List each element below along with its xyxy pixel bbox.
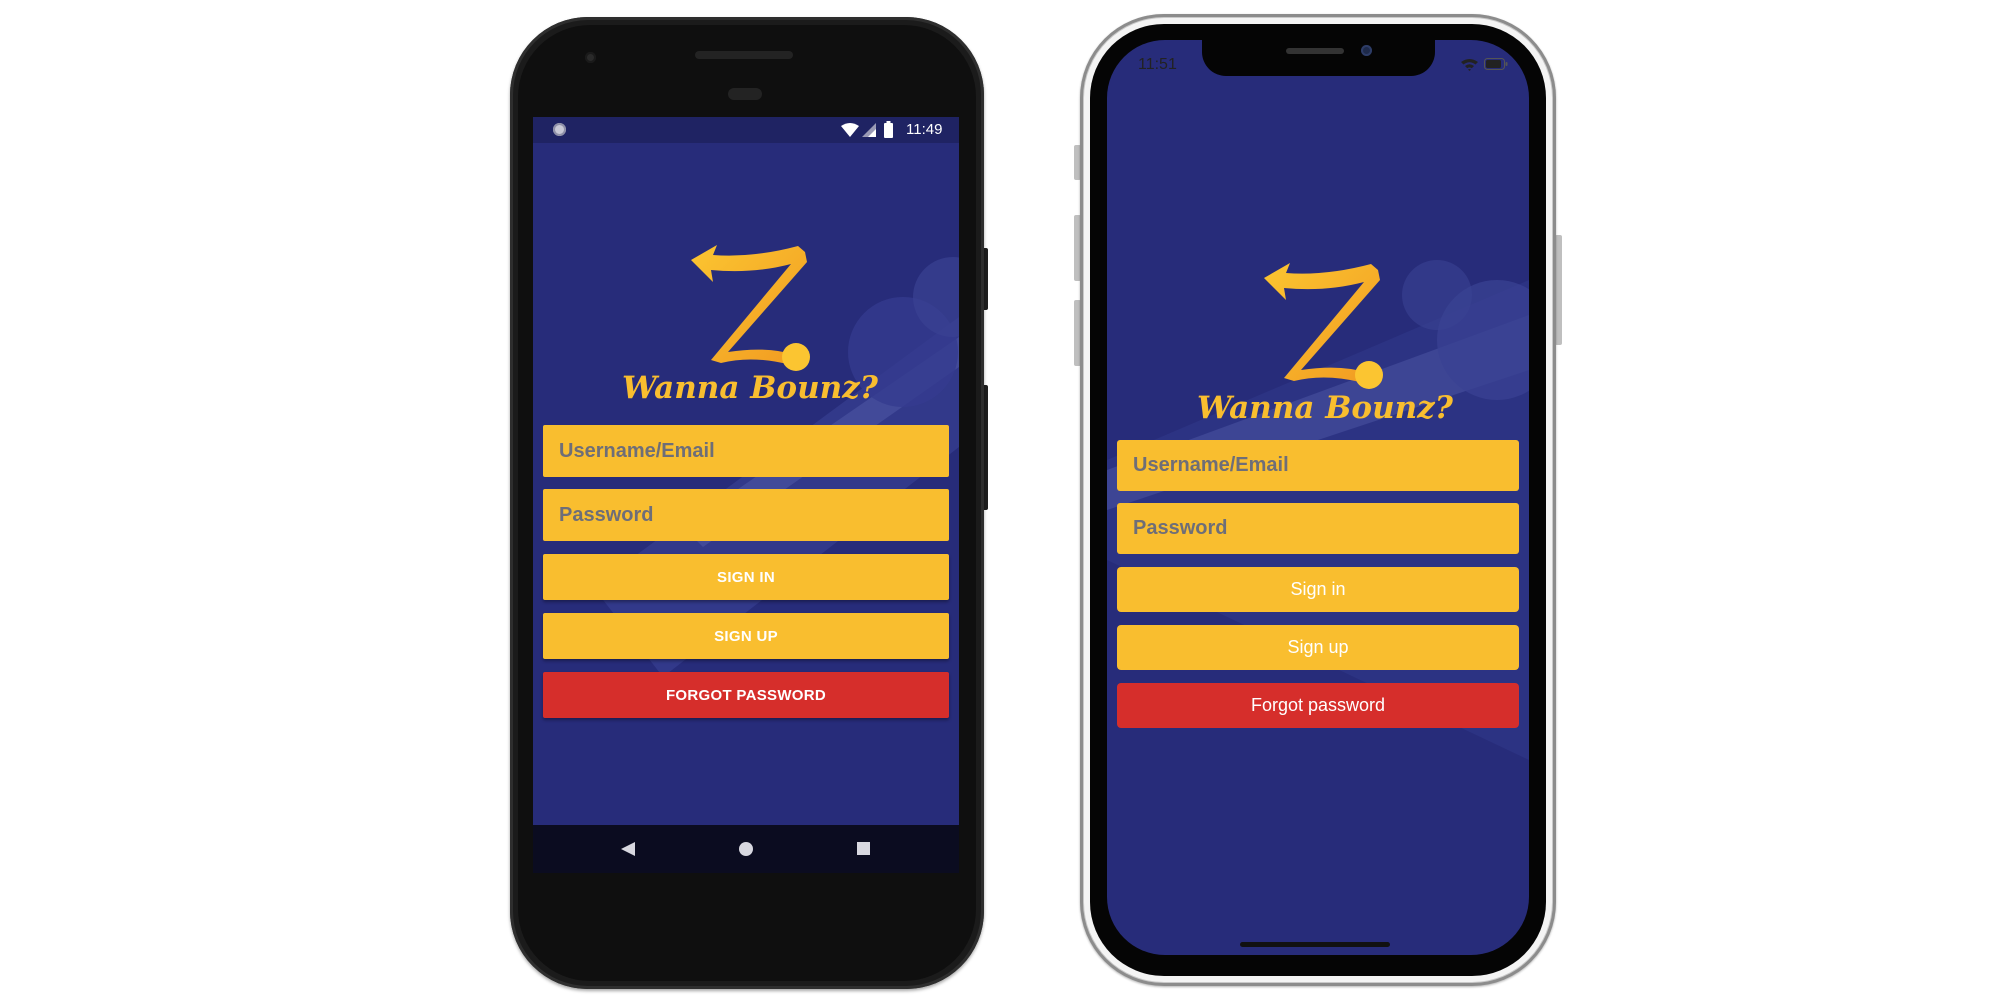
app-logo-text: Wanna Bounz? — [622, 370, 878, 406]
password-field[interactable] — [1117, 503, 1519, 554]
username-input[interactable] — [543, 425, 949, 477]
iphone-speaker — [1286, 48, 1344, 54]
wifi-icon — [1461, 59, 1478, 71]
wifi-icon — [841, 123, 859, 137]
home-icon[interactable] — [739, 842, 753, 856]
username-input[interactable] — [1117, 440, 1519, 491]
notification-dot-icon — [553, 123, 566, 136]
android-status-bar: 11:49 — [533, 117, 959, 143]
android-front-camera — [585, 52, 596, 63]
home-indicator[interactable] — [1240, 942, 1390, 947]
iphone-notch — [1202, 36, 1435, 76]
android-sensor — [728, 88, 762, 100]
sign-up-button[interactable]: Sign up — [1117, 625, 1519, 670]
signal-icon — [862, 123, 876, 137]
iphone-power-button — [1555, 235, 1562, 345]
username-field[interactable] — [1117, 440, 1519, 491]
android-speaker — [695, 51, 793, 59]
status-time: 11:51 — [1138, 56, 1177, 73]
sign-up-button[interactable]: SIGN UP — [543, 613, 949, 659]
password-field[interactable] — [543, 489, 949, 541]
password-input[interactable] — [543, 489, 949, 541]
iphone-screen — [1107, 40, 1529, 955]
background-pool-table-image — [1107, 260, 1529, 760]
sign-in-button[interactable]: Sign in — [1117, 567, 1519, 612]
iphone-camera — [1361, 45, 1372, 56]
status-time: 11:49 — [906, 121, 943, 138]
username-field[interactable] — [543, 425, 949, 477]
forgot-password-button[interactable]: FORGOT PASSWORD — [543, 672, 949, 718]
logo-icon — [1264, 263, 1383, 389]
recents-icon[interactable] — [857, 842, 870, 855]
android-nav-bar — [533, 825, 959, 873]
back-icon[interactable] — [621, 842, 635, 856]
battery-icon — [884, 121, 893, 138]
sign-in-button[interactable]: SIGN IN — [543, 554, 949, 600]
logo-icon — [691, 245, 810, 371]
forgot-password-button[interactable]: Forgot password — [1117, 683, 1519, 728]
battery-icon — [1484, 58, 1508, 70]
password-input[interactable] — [1117, 503, 1519, 554]
app-logo-text: Wanna Bounz? — [1197, 390, 1453, 426]
